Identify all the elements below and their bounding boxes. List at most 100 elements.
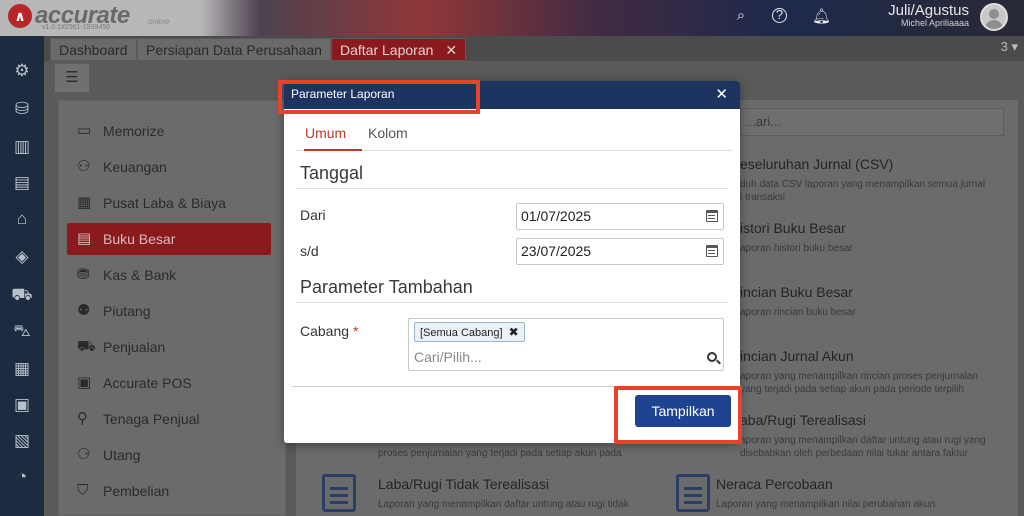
calendar-icon[interactable]	[706, 245, 718, 257]
date-from-value: 01/07/2025	[521, 208, 592, 224]
divider	[296, 188, 728, 189]
branch-chip[interactable]: [Semua Cabang] ✖	[414, 322, 525, 342]
pos-icon: ▣	[77, 374, 92, 391]
report-title[interactable]: istori Buku Besar	[740, 220, 846, 236]
category-label: Tenaga Penjual	[103, 411, 200, 427]
settings-icon[interactable]: ⚙	[11, 60, 33, 82]
tab-label: Dashboard	[59, 42, 128, 58]
report-desc: yang terjadi pada setiap akun pada perio…	[740, 384, 965, 395]
tax-icon[interactable]: ▧	[11, 430, 33, 452]
date-to-input[interactable]: 23/07/2025	[516, 238, 724, 265]
category-pusat-laba[interactable]: ▦ Pusat Laba & Biaya	[67, 187, 271, 219]
calendar-icon[interactable]	[706, 210, 718, 222]
report-title[interactable]: incian Buku Besar	[740, 284, 853, 300]
date-to-value: 23/07/2025	[521, 243, 592, 259]
chip-label: [Semua Cabang]	[420, 327, 503, 339]
report-search-input[interactable]: ...ari...	[740, 108, 1004, 136]
report-desc: duh data CSV laporan yang menampilkan se…	[740, 179, 986, 190]
required-asterisk: *	[352, 323, 359, 339]
category-memorize[interactable]: ▭ Memorize	[67, 115, 271, 147]
search-icon[interactable]	[707, 352, 717, 362]
bag-icon[interactable]: ◈	[11, 246, 33, 268]
label-from: Dari	[300, 207, 326, 223]
label-branch-text: Cabang	[300, 323, 350, 339]
report-desc: Laporan yang menampilkan daftar untung a…	[378, 499, 629, 510]
cart-icon: ⛟	[77, 338, 96, 355]
money-icon: ⚇	[77, 158, 91, 175]
category-pembelian[interactable]: ⛉ Pembelian	[67, 475, 271, 507]
report-title[interactable]: Neraca Percobaan	[716, 476, 833, 492]
search-icon[interactable]: ⌕	[732, 7, 750, 25]
cart-icon[interactable]: ⛟	[11, 284, 33, 306]
category-accurate-pos[interactable]: ▣ Accurate POS	[67, 367, 271, 399]
top-bar: ∧ accurate online v1.0.1#2961-1939456 ⌕ …	[0, 0, 1024, 36]
branch-search-input[interactable]: Cari/Pilih...	[414, 349, 482, 365]
category-piutang[interactable]: ⚉ Piutang	[67, 295, 271, 327]
report-desc: proses penjurnalan yang terjadi pada set…	[378, 448, 622, 459]
report-desc: i transaksi	[740, 192, 786, 203]
category-kas-bank[interactable]: ⛃ Kas & Bank	[67, 259, 271, 291]
cash-icon: ⛃	[77, 266, 90, 283]
section-title-extra: Parameter Tambahan	[300, 277, 473, 297]
factory-icon[interactable]: ▦	[11, 358, 33, 380]
tab-dashboard[interactable]: Dashboard	[50, 38, 137, 61]
tab-count-value: 3	[1000, 39, 1008, 54]
list-toggle-button[interactable]: ☰	[54, 63, 90, 93]
category-buku-besar[interactable]: ▤ Buku Besar	[67, 223, 271, 255]
book-icon[interactable]: ▤	[11, 172, 33, 194]
category-utang[interactable]: ⚆ Utang	[67, 439, 271, 471]
category-label: Piutang	[103, 303, 151, 319]
label-to: s/d	[300, 243, 319, 259]
chart-icon[interactable]: ◔	[11, 466, 33, 488]
report-desc: aporan histori buku besar	[740, 243, 853, 254]
category-keuangan[interactable]: ⚇ Keuangan	[67, 151, 271, 183]
save-icon: ▭	[77, 122, 92, 139]
trolley-icon[interactable]: ⛍	[11, 320, 33, 342]
category-label: Penjualan	[103, 339, 166, 355]
accurate-logo-icon: ∧	[8, 4, 32, 28]
close-icon[interactable]: ✕	[445, 42, 457, 58]
hand-money-icon: ⚆	[77, 446, 91, 463]
highlight-dialog-title	[278, 80, 480, 114]
inbox-icon[interactable]: ⛁	[11, 98, 33, 120]
report-title[interactable]: incian Jurnal Akun	[740, 348, 854, 364]
category-penjualan[interactable]: ⛟ Penjualan	[67, 331, 271, 363]
branch-multiselect[interactable]: [Semua Cabang] ✖ Cari/Pilih...	[408, 318, 724, 371]
divider	[296, 302, 728, 303]
report-document-icon	[322, 474, 356, 512]
report-desc: Laporan yang menampilkan nilai perubahan…	[716, 499, 936, 510]
tab-persiapan-data[interactable]: Persiapan Data Perusahaan	[137, 38, 331, 61]
version-text: v1.0.1#2961-1939456	[42, 24, 111, 31]
grid-icon: ▦	[77, 194, 92, 211]
date-from-input[interactable]: 01/07/2025	[516, 203, 724, 230]
ledger-icon: ▤	[77, 230, 92, 247]
avatar[interactable]	[980, 3, 1008, 31]
report-desc: aporan rincian buku besar	[740, 307, 856, 318]
category-tenaga-penjual[interactable]: ⚲ Tenaga Penjual	[67, 403, 271, 435]
salesperson-icon: ⚲	[77, 410, 88, 427]
period-info[interactable]: Juli/Agustus Michel Apriliaaaa	[888, 2, 969, 28]
period-label: Juli/Agustus	[888, 2, 969, 19]
category-label: Pembelian	[103, 483, 170, 499]
help-icon[interactable]: ?	[772, 8, 787, 23]
report-title[interactable]: eseluruhan Jurnal (CSV)	[740, 156, 893, 172]
dialog-tabs: Umum Kolom	[296, 121, 732, 151]
search-placeholder: ...ari...	[745, 114, 782, 129]
building-icon[interactable]: ▥	[11, 136, 33, 158]
tab-bar: Dashboard Persiapan Data Perusahaan Daft…	[44, 36, 1024, 61]
tab-count[interactable]: 3 ▾	[1001, 39, 1018, 55]
tab-umum[interactable]: Umum	[305, 125, 346, 141]
close-icon[interactable]: ✕	[715, 85, 728, 103]
list-icon: ☰	[65, 69, 79, 86]
tab-daftar-laporan[interactable]: Daftar Laporan ✕	[331, 38, 467, 61]
category-label: Accurate POS	[103, 375, 192, 391]
report-title[interactable]: Laba/Rugi Tidak Terealisasi	[378, 476, 549, 492]
bank-icon[interactable]: ⌂	[11, 208, 33, 230]
category-label: Keuangan	[103, 159, 167, 175]
report-title[interactable]: aba/Rugi Terealisasi	[740, 412, 866, 428]
tab-kolom[interactable]: Kolom	[368, 125, 408, 141]
bell-icon[interactable]: 🔔︎	[812, 7, 831, 25]
truck-icon[interactable]: ▣	[11, 394, 33, 416]
remove-chip-icon[interactable]: ✖	[509, 325, 519, 339]
active-tab-indicator	[304, 149, 362, 151]
